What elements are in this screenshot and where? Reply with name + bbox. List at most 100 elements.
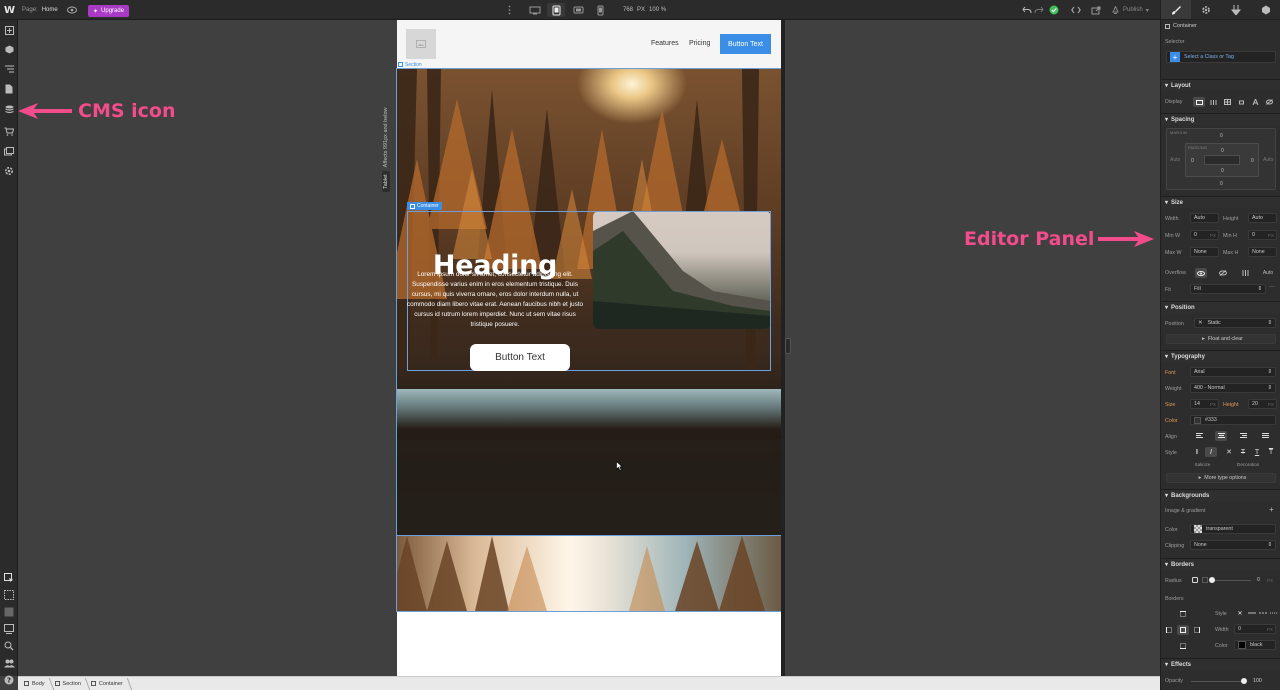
padding-left-value[interactable]: 0 xyxy=(1191,158,1194,164)
webflow-logo[interactable]: W xyxy=(4,0,17,20)
opacity-slider-track[interactable] xyxy=(1191,681,1243,682)
border-top-icon[interactable] xyxy=(1177,609,1189,619)
overflow-auto-button[interactable]: Auto xyxy=(1259,268,1277,278)
more-type-options-button[interactable]: ▸ More type options xyxy=(1166,473,1276,483)
height-input[interactable]: Auto xyxy=(1248,213,1277,223)
nav-link-pricing[interactable]: Pricing xyxy=(689,40,710,47)
decoration-none-icon[interactable]: ✕ xyxy=(1223,447,1235,457)
code-export-icon[interactable] xyxy=(1071,0,1081,20)
site-navbar[interactable]: Features Pricing Button Text Section xyxy=(397,20,781,69)
margin-right-value[interactable]: Auto xyxy=(1263,157,1273,163)
more-breakpoints-icon[interactable] xyxy=(508,0,511,20)
breadcrumb-section[interactable]: Section xyxy=(53,681,89,687)
align-left-icon[interactable] xyxy=(1193,431,1205,441)
logo-placeholder-icon[interactable] xyxy=(406,29,436,59)
display-inline-icon[interactable] xyxy=(1249,97,1261,107)
page-selector[interactable]: Page: Home xyxy=(22,0,58,20)
position-select[interactable]: ✕ Static ⇕ xyxy=(1194,318,1276,328)
italic-off-icon[interactable]: I xyxy=(1191,447,1203,457)
text-color-input[interactable]: #333 xyxy=(1190,415,1276,425)
tablet-breakpoint-icon[interactable] xyxy=(547,3,565,17)
selector-input[interactable]: + Select a Class or Tag xyxy=(1166,51,1276,63)
border-left-icon[interactable] xyxy=(1163,625,1175,635)
assets-icon[interactable] xyxy=(3,145,15,157)
pages-icon[interactable] xyxy=(3,83,15,95)
max-height-input[interactable]: None xyxy=(1248,247,1277,257)
mobile-landscape-icon[interactable] xyxy=(569,3,587,17)
bg-color-input[interactable]: transparent xyxy=(1190,524,1276,534)
min-width-input[interactable]: 0 PX xyxy=(1190,230,1219,240)
border-bottom-icon[interactable] xyxy=(1177,641,1189,651)
navigator-icon[interactable] xyxy=(3,63,15,75)
typography-section-header[interactable]: ▾ Typography xyxy=(1161,350,1280,362)
breadcrumb-container[interactable]: Container xyxy=(89,681,131,687)
align-justify-icon[interactable] xyxy=(1259,431,1271,441)
breadcrumb-body[interactable]: Body xyxy=(22,681,53,687)
style-tab-brush-icon[interactable] xyxy=(1161,0,1191,19)
borders-section-header[interactable]: ▾ Borders xyxy=(1161,558,1280,570)
publish-button[interactable]: Publish ▾ xyxy=(1111,0,1149,20)
style-manager-tab-icon[interactable] xyxy=(1251,0,1280,19)
display-flex-icon[interactable] xyxy=(1207,97,1219,107)
radius-slider-track[interactable] xyxy=(1211,580,1251,581)
min-height-input[interactable]: 0 PX xyxy=(1248,230,1277,240)
ecommerce-cart-icon[interactable] xyxy=(3,125,15,137)
site-preview-frame[interactable]: Features Pricing Button Text Section Con… xyxy=(396,20,782,676)
clipping-select[interactable]: None ⇕ xyxy=(1190,540,1276,550)
border-color-input[interactable]: black xyxy=(1234,640,1276,650)
overflow-scroll-icon[interactable] xyxy=(1239,268,1251,278)
max-width-input[interactable]: None xyxy=(1190,247,1219,257)
display-block-icon[interactable] xyxy=(1193,97,1205,107)
fit-select[interactable]: Fill ⇕ xyxy=(1190,284,1266,294)
hero-button[interactable]: Button Text xyxy=(470,344,570,371)
size-section-header[interactable]: ▾ Size xyxy=(1161,196,1280,208)
add-element-icon[interactable] xyxy=(3,24,15,36)
align-right-icon[interactable] xyxy=(1237,431,1249,441)
margin-top-value[interactable]: 0 xyxy=(1220,133,1223,139)
preview-eye-icon[interactable] xyxy=(67,0,77,20)
image-strip-section[interactable] xyxy=(396,535,782,612)
resize-handle[interactable] xyxy=(785,338,791,354)
border-right-icon[interactable] xyxy=(1191,625,1203,635)
align-center-icon[interactable] xyxy=(1215,431,1227,441)
spacing-section-header[interactable]: ▾ Spacing xyxy=(1161,113,1280,125)
display-grid-icon[interactable] xyxy=(1221,97,1233,107)
border-style-dotted-icon[interactable] xyxy=(1268,608,1280,618)
search-icon[interactable] xyxy=(3,640,15,652)
nav-link-features[interactable]: Features xyxy=(651,40,679,47)
opacity-slider-handle[interactable] xyxy=(1241,678,1247,684)
collaborators-icon[interactable] xyxy=(3,657,15,669)
x-ray-icon[interactable] xyxy=(3,589,15,601)
layout-section-header[interactable]: ▾ Layout xyxy=(1161,79,1280,91)
width-input[interactable]: Auto xyxy=(1190,213,1219,223)
border-style-none-icon[interactable]: ✕ xyxy=(1234,608,1246,618)
margin-bottom-value[interactable]: 0 xyxy=(1220,181,1223,187)
interactions-tab-icon[interactable] xyxy=(1221,0,1251,19)
share-icon[interactable] xyxy=(1091,0,1101,20)
strikethrough-icon[interactable]: T xyxy=(1237,447,1249,457)
float-and-clear-button[interactable]: ▸ Float and clear xyxy=(1166,334,1276,344)
guides-icon[interactable] xyxy=(3,606,15,618)
add-background-icon[interactable]: + xyxy=(1269,505,1274,514)
settings-tab-gear-icon[interactable] xyxy=(1191,0,1221,19)
redo-icon[interactable] xyxy=(1034,0,1044,20)
display-inline-block-icon[interactable] xyxy=(1235,97,1247,107)
radius-slider-handle[interactable] xyxy=(1209,577,1215,583)
backgrounds-section-header[interactable]: ▾ Backgrounds xyxy=(1161,489,1280,501)
undo-icon[interactable] xyxy=(1022,0,1032,20)
radius-input[interactable]: 0 PX xyxy=(1253,575,1276,585)
spacing-box-model[interactable]: MARGIN 0 Auto Auto 0 PADDING 0 0 0 0 xyxy=(1166,128,1276,190)
nav-cta-button[interactable]: Button Text xyxy=(720,34,771,54)
select-tool-icon[interactable] xyxy=(3,572,15,584)
audit-icon[interactable] xyxy=(3,623,15,635)
padding-box[interactable]: PADDING 0 0 0 0 xyxy=(1185,143,1259,177)
effects-section-header[interactable]: ▾ Effects xyxy=(1161,658,1280,670)
overline-icon[interactable]: T xyxy=(1265,447,1277,457)
position-section-header[interactable]: ▾ Position xyxy=(1161,301,1280,313)
mobile-portrait-icon[interactable] xyxy=(591,3,609,17)
border-all-icon[interactable] xyxy=(1177,625,1189,635)
cms-icon[interactable] xyxy=(3,104,15,116)
overflow-hidden-icon[interactable] xyxy=(1217,268,1229,278)
padding-bottom-value[interactable]: 0 xyxy=(1221,168,1224,174)
font-select[interactable]: Arial ⇕ xyxy=(1190,367,1276,377)
